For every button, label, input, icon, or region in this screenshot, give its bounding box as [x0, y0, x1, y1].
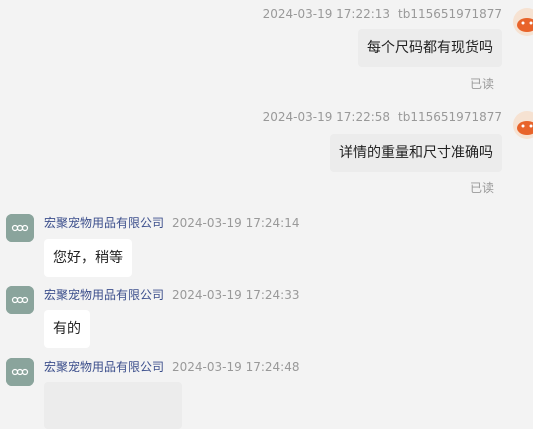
- message-bubble: 详情的重量和尺寸准确吗: [330, 134, 502, 172]
- shop-avatar[interactable]: [6, 286, 34, 314]
- sender-name[interactable]: 宏聚宠物用品有限公司: [44, 360, 164, 374]
- shop-avatar[interactable]: [6, 214, 34, 242]
- message-meta: 宏聚宠物用品有限公司 2024-03-19 17:24:33: [44, 286, 299, 303]
- read-status: 已读: [469, 77, 494, 91]
- avatar-image: [513, 111, 533, 139]
- sender-name[interactable]: 宏聚宠物用品有限公司: [44, 288, 164, 302]
- message-timestamp: 2024-03-19 17:24:33: [172, 288, 300, 302]
- message-bubble: 有的: [44, 310, 90, 348]
- message-meta: 2024-03-19 17:22:13 tb115651971877: [263, 7, 502, 21]
- message-meta: 2024-03-19 17:22:58 tb115651971877: [263, 110, 502, 124]
- message-timestamp: 2024-03-19 17:24:48: [172, 360, 300, 374]
- username: tb115651971877: [398, 7, 502, 21]
- message-timestamp: 2024-03-19 17:24:14: [172, 216, 300, 230]
- avatar-image: [6, 358, 34, 386]
- avatar-image: [513, 8, 533, 36]
- user-avatar[interactable]: [513, 8, 533, 36]
- username: tb115651971877: [398, 110, 502, 124]
- shop-avatar[interactable]: [6, 358, 34, 386]
- message-meta: 宏聚宠物用品有限公司 2024-03-19 17:24:48: [44, 358, 299, 375]
- message-meta: 宏聚宠物用品有限公司 2024-03-19 17:24:14: [44, 214, 299, 231]
- read-status: 已读: [469, 181, 494, 195]
- image-message-placeholder[interactable]: [44, 382, 182, 429]
- user-avatar[interactable]: [513, 111, 533, 139]
- avatar-image: [6, 214, 34, 242]
- message-bubble: 您好，稍等: [44, 239, 132, 277]
- message-timestamp: 2024-03-19 17:22:58: [262, 110, 391, 124]
- message-bubble: 每个尺码都有现货吗: [358, 29, 502, 67]
- sender-name[interactable]: 宏聚宠物用品有限公司: [44, 216, 164, 230]
- avatar-image: [6, 286, 34, 314]
- message-timestamp: 2024-03-19 17:22:13: [262, 7, 391, 21]
